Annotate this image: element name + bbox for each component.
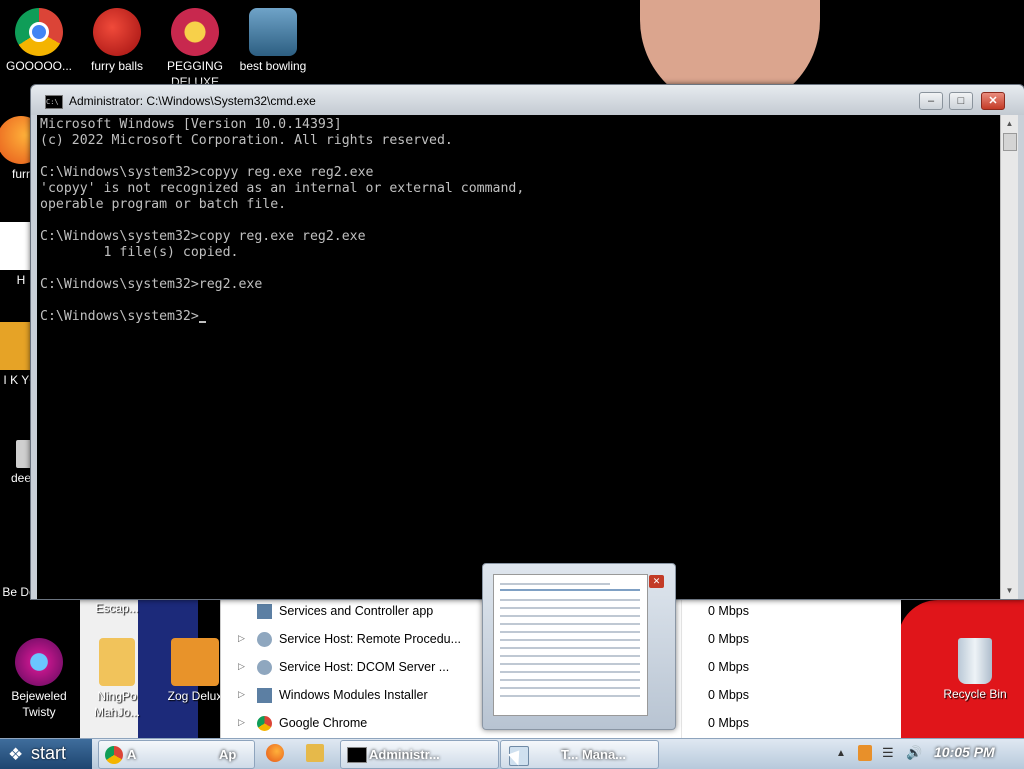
show-hidden-icons-button[interactable]: ▲	[836, 748, 846, 759]
desktop-icon-ningpo[interactable]: NingPo MahJo...	[78, 638, 156, 720]
network-value: 0 Mbps	[708, 604, 749, 618]
process-name: Windows Modules Installer	[279, 688, 428, 702]
expand-arrow-icon[interactable]: ▷	[238, 717, 245, 728]
close-button[interactable]: ✕	[981, 92, 1005, 110]
task-manager-thumbnail[interactable]: ✕	[482, 563, 676, 730]
expand-arrow-icon[interactable]: ▷	[238, 633, 245, 644]
expand-arrow-icon[interactable]: ▷	[238, 689, 245, 700]
process-name: Service Host: DCOM Server ...	[279, 660, 450, 674]
desktop-icon-label: furry balls	[90, 59, 143, 73]
console-line: operable program or batch file.	[40, 197, 287, 212]
taskbar-button-label: T... Mana...	[561, 747, 627, 762]
volume-icon[interactable]: 🔊	[906, 745, 922, 761]
windows-flag-icon: ❖	[8, 745, 24, 764]
taskbar-button-cmd[interactable]: Administr...	[340, 740, 499, 769]
text-cursor	[198, 321, 206, 323]
maximize-button[interactable]: □	[949, 92, 973, 110]
console-line: C:\Windows\system32>copy reg.exe reg2.ex…	[40, 229, 366, 244]
taskbar-button-label: Administr...	[369, 747, 440, 762]
scroll-down-icon[interactable]: ▼	[1001, 582, 1018, 599]
network-icon[interactable]: ☰	[882, 745, 894, 761]
taskbar-button-task-manager[interactable]: T... Mana...	[500, 740, 659, 769]
folder-icon[interactable]	[306, 744, 324, 762]
console-line: (c) 2022 Microsoft Corporation. All righ…	[40, 133, 453, 148]
process-name: Google Chrome	[279, 716, 368, 730]
console-line: C:\Windows\system32>copyy reg.exe reg2.e…	[40, 165, 374, 180]
desktop-icon-label: Recycle Bin	[943, 687, 1007, 701]
ningpo-icon	[99, 638, 135, 686]
firefox-icon[interactable]	[266, 744, 284, 762]
desktop-icon-bejeweled[interactable]: Bejeweled Twisty	[0, 638, 78, 720]
java-icon[interactable]	[858, 745, 872, 761]
bejeweled-icon	[15, 638, 63, 686]
taskbar-button-chrome[interactable]: A Ap	[98, 740, 255, 769]
desktop-icon-label: NingPo MahJo...	[93, 689, 141, 719]
cmd-title-bar[interactable]: C:\ Administrator: C:\Windows\System32\c…	[31, 85, 1024, 115]
console-line: Microsoft Windows [Version 10.0.14393]	[40, 117, 342, 132]
minimize-button[interactable]: –	[919, 92, 943, 110]
cmd-icon	[347, 747, 367, 763]
chrome-icon	[105, 746, 123, 764]
cmd-window[interactable]: C:\ Administrator: C:\Windows\System32\c…	[30, 84, 1024, 600]
start-button[interactable]: ❖ start	[0, 739, 92, 769]
desktop-icon-pegging[interactable]: PEGGING DELUXE	[156, 8, 234, 88]
taskbar-button-label: A	[127, 747, 137, 762]
recycle-bin-icon	[958, 638, 992, 684]
desktop-icon-label: best bowling	[239, 59, 307, 73]
process-name: Services and Controller app	[279, 604, 434, 618]
zog-icon	[171, 638, 219, 686]
process-icon	[257, 604, 272, 619]
cmd-icon: C:\	[45, 95, 63, 109]
thumbnail-close-button[interactable]: ✕	[649, 575, 664, 588]
expand-arrow-icon[interactable]: ▷	[238, 661, 245, 672]
console-output[interactable]: Microsoft Windows [Version 10.0.14393] (c…	[37, 115, 1000, 599]
console-line: 1 file(s) copied.	[40, 245, 239, 260]
start-label: start	[31, 743, 67, 763]
desktop-icon-label: GOOOOO...	[5, 59, 72, 73]
desktop-icon-furry-balls[interactable]: furry balls	[78, 8, 156, 74]
scroll-thumb[interactable]	[1003, 133, 1017, 151]
chrome-icon	[15, 8, 63, 56]
desktop-icon-label: Bejeweled Twisty	[11, 689, 67, 719]
process-name: Service Host: Remote Procedu...	[279, 632, 462, 646]
network-value: 0 Mbps	[708, 688, 749, 702]
desktop-icon-label: Escap...	[95, 601, 139, 615]
gear-icon	[257, 632, 272, 647]
desktop-icon-bowling[interactable]: best bowling	[234, 8, 312, 88]
desktop-icon-chrome[interactable]: GOOOOO...	[0, 8, 78, 74]
window-title: Administrator: C:\Windows\System32\cmd.e…	[69, 94, 316, 108]
clock[interactable]: 10:05 PM	[934, 744, 995, 760]
console-line: C:\Windows\system32>	[40, 309, 997, 325]
pegging-icon	[171, 8, 219, 56]
network-value: 0 Mbps	[708, 632, 749, 646]
chrome-icon	[257, 716, 272, 731]
network-value: 0 Mbps	[708, 660, 749, 674]
vertical-scrollbar[interactable]: ▲ ▼	[1000, 115, 1018, 599]
gear-icon	[257, 660, 272, 675]
network-value: 0 Mbps	[708, 716, 749, 730]
furry-balls-icon	[93, 8, 141, 56]
console-line: C:\Windows\system32>reg2.exe	[40, 277, 263, 292]
taskbar-button-label: Ap	[219, 747, 237, 762]
bowling-icon	[249, 8, 297, 56]
desktop-icon-recycle-bin[interactable]: Recycle Bin	[936, 638, 1014, 702]
process-icon	[257, 688, 272, 703]
scroll-up-icon[interactable]: ▲	[1001, 115, 1018, 132]
desktop-icon-escape[interactable]: Escap...	[78, 600, 156, 616]
thumbnail-preview	[493, 574, 648, 716]
console-line: 'copyy' is not recognized as an internal…	[40, 181, 525, 196]
